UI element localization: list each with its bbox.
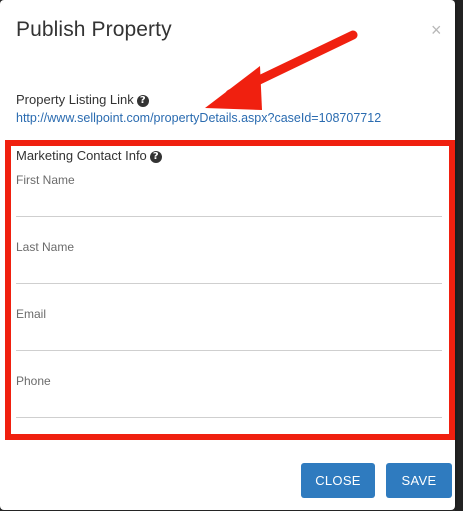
first-name-underline: [16, 216, 442, 217]
marketing-contact-heading: Marketing Contact Info?: [16, 148, 162, 163]
marketing-contact-label: Marketing Contact Info: [16, 148, 147, 163]
help-icon[interactable]: ?: [149, 151, 162, 163]
dialog-title: Publish Property: [16, 18, 172, 41]
phone-underline: [16, 417, 442, 418]
first-name-field[interactable]: [16, 193, 442, 215]
first-name-label: First Name: [16, 173, 75, 187]
last-name-underline: [16, 283, 442, 284]
last-name-field[interactable]: [16, 260, 442, 282]
close-icon[interactable]: ×: [431, 20, 442, 40]
last-name-label: Last Name: [16, 240, 75, 254]
modal-backdrop: [455, 0, 463, 511]
save-button[interactable]: SAVE: [386, 463, 452, 498]
listing-link-heading: Property Listing Link?: [16, 92, 149, 107]
listing-link-label: Property Listing Link: [16, 92, 134, 107]
property-listing-link[interactable]: http://www.sellpoint.com/propertyDetails…: [16, 111, 381, 125]
publish-property-dialog: Publish Property × Property Listing Link…: [0, 0, 455, 510]
help-icon[interactable]: ?: [136, 95, 149, 107]
phone-label: Phone: [16, 374, 51, 388]
email-field[interactable]: [16, 327, 442, 349]
phone-field[interactable]: [16, 394, 442, 416]
close-button[interactable]: CLOSE: [301, 463, 375, 498]
email-label: Email: [16, 307, 47, 321]
email-underline: [16, 350, 442, 351]
